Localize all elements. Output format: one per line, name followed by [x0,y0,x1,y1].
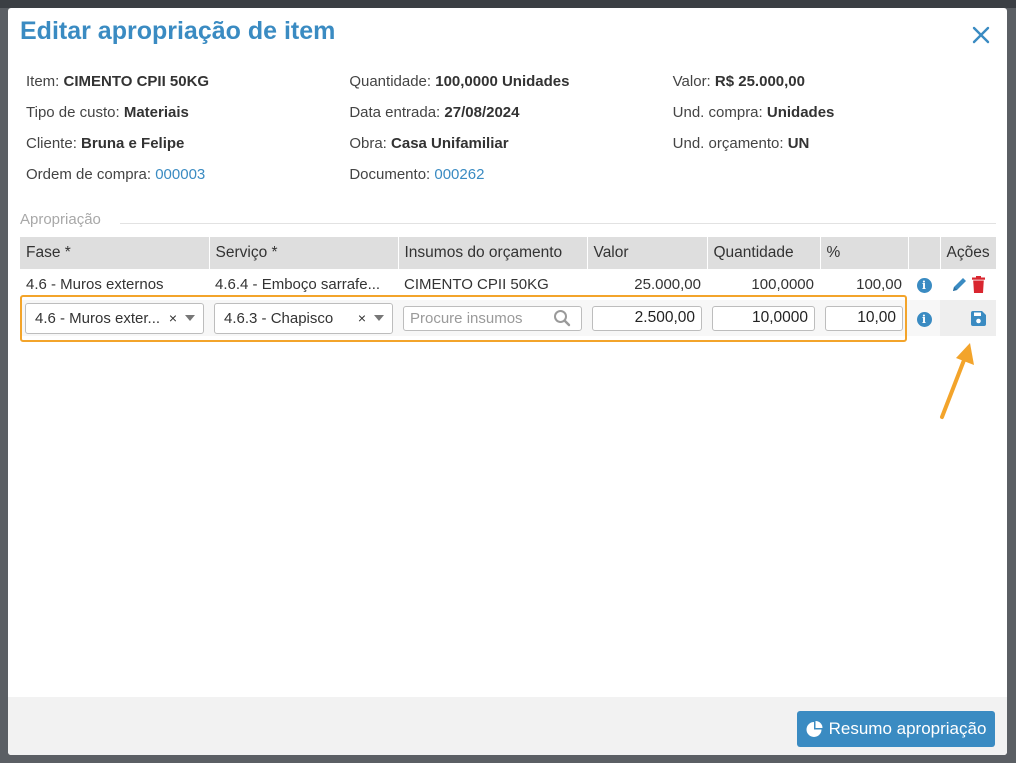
col-quantidade: Quantidade [707,237,821,269]
fase-select-value: 4.6 - Muros exter... [35,309,161,327]
cell-fase: 4.6 - Muros externos [26,276,164,293]
col-info [908,237,941,269]
fase-chevron-down-icon[interactable] [185,315,195,321]
backdrop [0,0,1016,8]
insumos-search [403,305,582,331]
modal-title: Editar apropriação de item [20,17,336,45]
save-floppy-icon[interactable] [970,311,986,327]
cell-quantidade: 100,0000 [751,276,814,293]
item-details: Item: CIMENTO CPII 50KG Quantidade: 100,… [26,71,996,195]
servico-select[interactable]: 4.6.3 - Chapisco × [214,302,393,334]
edit-appropriation-modal: Editar apropriação de item Item: CIMENTO… [8,8,1007,755]
col-acoes: Ações [940,237,996,269]
table-row: 4.6 - Muros externos 4.6.4 - Emboço sarr… [20,269,996,300]
appropriation-table: Fase * Serviço * Insumos do orçamento Va… [20,237,996,336]
servico-chevron-down-icon[interactable] [374,315,384,321]
row-actions [940,269,996,300]
info-icon[interactable]: i [916,278,932,293]
table-row-editing: 4.6 - Muros exter... × 4.6.3 - Chapisco … [20,300,996,336]
close-icon [972,26,990,44]
edit-pencil-icon[interactable] [951,276,968,293]
fase-select[interactable]: 4.6 - Muros exter... × [25,302,204,334]
detail-obra: Obra: Casa Unifamiliar [349,135,509,152]
cell-insumo: CIMENTO CPII 50KG [404,276,549,293]
detail-quantidade: Quantidade: 100,0000 Unidades [349,73,570,90]
insumos-search-input[interactable] [404,309,553,327]
detail-item: Item: CIMENTO CPII 50KG [26,73,210,90]
delete-trash-icon[interactable] [972,276,986,294]
cell-valor: 25.000,00 [634,276,701,293]
percent-input[interactable] [825,305,903,331]
detail-tipo-custo: Tipo de custo: Materiais [26,104,189,121]
col-fase: Fase * [20,237,210,269]
annotation-arrow-icon [940,343,974,419]
col-servico: Serviço * [209,237,399,269]
summary-appropriation-button[interactable]: Resumo apropriação [797,711,995,747]
summary-button-label: Resumo apropriação [828,719,987,738]
table-header: Fase * Serviço * Insumos do orçamento Va… [20,237,996,269]
cell-percent: 100,00 [856,276,902,293]
detail-cliente: Cliente: Bruna e Felipe [26,135,185,152]
documento-link[interactable]: 000262 [434,166,484,183]
col-insumos: Insumos do orçamento [398,237,588,269]
section-divider [120,223,996,224]
col-percent: % [820,237,909,269]
detail-und-orcamento: Und. orçamento: UN [672,135,810,152]
quantidade-input[interactable] [712,305,815,331]
modal-footer: Resumo apropriação [8,697,1007,755]
cell-servico: 4.6.4 - Emboço sarrafe... [215,276,381,293]
ordem-compra-link[interactable]: 000003 [155,166,205,183]
detail-data-entrada: Data entrada: 27/08/2024 [349,104,520,121]
section-title-apropriacao: Apropriação [20,211,101,228]
pie-chart-icon [806,720,823,737]
col-valor: Valor [587,237,708,269]
info-icon[interactable]: i [916,311,932,327]
detail-valor: Valor: R$ 25.000,00 [672,73,805,90]
search-icon[interactable] [553,309,571,327]
close-button[interactable] [966,20,996,50]
fase-clear-icon[interactable]: × [169,310,177,326]
detail-ordem-compra: Ordem de compra: 000003 [26,166,206,183]
valor-input[interactable] [592,305,702,331]
servico-select-value: 4.6.3 - Chapisco [224,309,334,327]
servico-clear-icon[interactable]: × [358,310,366,326]
detail-und-compra: Und. compra: Unidades [672,104,835,121]
detail-documento: Documento: 000262 [349,166,485,183]
